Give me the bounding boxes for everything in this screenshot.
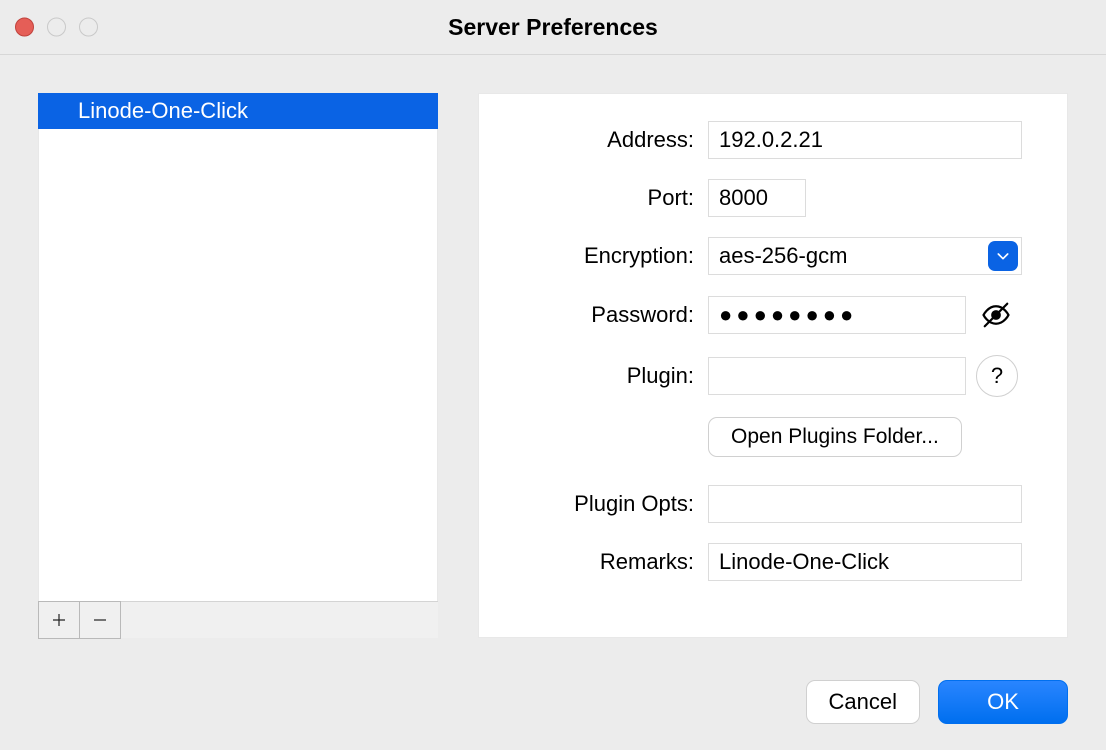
window-title: Server Preferences bbox=[448, 14, 658, 41]
encryption-label: Encryption: bbox=[506, 243, 708, 269]
window-maximize-button[interactable] bbox=[79, 18, 98, 37]
plus-icon bbox=[50, 611, 68, 629]
window-minimize-button[interactable] bbox=[47, 18, 66, 37]
dialog-button-bar: Cancel OK bbox=[806, 680, 1068, 724]
server-list-item[interactable]: Linode-One-Click bbox=[38, 93, 438, 129]
server-settings-form: Address: Port: Encryption: bbox=[478, 93, 1068, 638]
open-plugins-folder-button[interactable]: Open Plugins Folder... bbox=[708, 417, 962, 457]
address-input[interactable] bbox=[708, 121, 1022, 159]
encryption-select[interactable] bbox=[708, 237, 1022, 275]
chevron-down-icon bbox=[995, 248, 1011, 264]
server-list: Linode-One-Click bbox=[38, 93, 438, 638]
plugin-label: Plugin: bbox=[506, 363, 708, 389]
port-label: Port: bbox=[506, 185, 708, 211]
plugin-opts-label: Plugin Opts: bbox=[506, 491, 708, 517]
window-close-button[interactable] bbox=[15, 18, 34, 37]
minus-icon bbox=[91, 611, 109, 629]
password-label: Password: bbox=[506, 302, 708, 328]
remarks-label: Remarks: bbox=[506, 549, 708, 575]
plugin-opts-input[interactable] bbox=[708, 485, 1022, 523]
ok-button[interactable]: OK bbox=[938, 680, 1068, 724]
password-input[interactable] bbox=[708, 296, 966, 334]
cancel-button[interactable]: Cancel bbox=[806, 680, 920, 724]
add-server-button[interactable] bbox=[38, 601, 80, 639]
remarks-input[interactable] bbox=[708, 543, 1022, 581]
window-titlebar: Server Preferences bbox=[0, 0, 1106, 55]
encryption-dropdown-button[interactable] bbox=[988, 241, 1018, 271]
remove-server-button[interactable] bbox=[79, 601, 121, 639]
address-label: Address: bbox=[506, 127, 708, 153]
eye-off-icon bbox=[981, 300, 1011, 330]
server-list-footer bbox=[38, 601, 438, 638]
toggle-password-visibility-button[interactable] bbox=[976, 295, 1016, 335]
port-input[interactable] bbox=[708, 179, 806, 217]
plugin-input[interactable] bbox=[708, 357, 966, 395]
plugin-help-button[interactable]: ? bbox=[976, 355, 1018, 397]
